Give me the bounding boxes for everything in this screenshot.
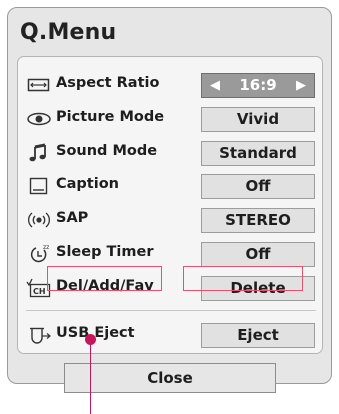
menu-divider [26, 310, 316, 311]
music-note-icon [26, 142, 52, 164]
usb-eject-highlight-label [47, 266, 162, 291]
picture-mode-value[interactable]: Vivid [201, 107, 315, 132]
sleep-timer-value[interactable]: Off [201, 242, 315, 267]
menu-item-aspect-ratio[interactable]: Aspect Ratio ◀ 16:9 ▶ [26, 73, 316, 98]
usb-eject-highlight-value [183, 266, 303, 291]
aspect-ratio-selector[interactable]: ◀ 16:9 ▶ [201, 73, 315, 98]
menu-item-usb-eject[interactable]: USB Eject Eject [26, 323, 316, 348]
sleep-timer-label: Sleep Timer [56, 244, 154, 260]
caption-value[interactable]: Off [201, 174, 315, 199]
menu-item-sap[interactable]: SAP STEREO [26, 208, 316, 233]
sleep-timer-icon: zz [26, 243, 52, 265]
picture-mode-label: Picture Mode [56, 109, 165, 125]
menu-options-panel: Aspect Ratio ◀ 16:9 ▶ Picture Mode Vivid [17, 56, 323, 354]
quick-menu-window: Q.Menu Aspect Ratio ◀ 16:9 ▶ Picture Mod… [7, 7, 332, 393]
menu-item-sound-mode[interactable]: Sound Mode Standard [26, 141, 316, 166]
arrow-left-icon[interactable]: ◀ [210, 74, 220, 97]
callout-pointer-line [90, 340, 91, 414]
caption-icon [26, 175, 52, 197]
svg-text:CH: CH [33, 287, 46, 296]
usb-eject-value[interactable]: Eject [201, 323, 315, 348]
menu-item-sleep-timer[interactable]: zz Sleep Timer Off [26, 242, 316, 267]
menu-item-caption[interactable]: Caption Off [26, 174, 316, 199]
aspect-ratio-label: Aspect Ratio [56, 75, 160, 91]
close-button[interactable]: Close [64, 363, 276, 393]
arrow-right-icon[interactable]: ▶ [296, 74, 306, 97]
eye-icon [26, 108, 52, 130]
caption-label: Caption [56, 176, 119, 192]
menu-title: Q.Menu [20, 20, 117, 45]
aspect-ratio-icon [26, 74, 52, 96]
sap-audio-icon [26, 209, 52, 231]
sound-mode-label: Sound Mode [56, 143, 158, 159]
sap-value[interactable]: STEREO [201, 208, 315, 233]
sound-mode-value[interactable]: Standard [201, 141, 315, 166]
sap-label: SAP [56, 210, 89, 226]
menu-item-picture-mode[interactable]: Picture Mode Vivid [26, 107, 316, 132]
usb-eject-icon [26, 324, 52, 346]
svg-text:zz: zz [43, 244, 49, 251]
aspect-ratio-value: 16:9 [239, 76, 277, 94]
callout-pointer-dot [85, 334, 96, 345]
